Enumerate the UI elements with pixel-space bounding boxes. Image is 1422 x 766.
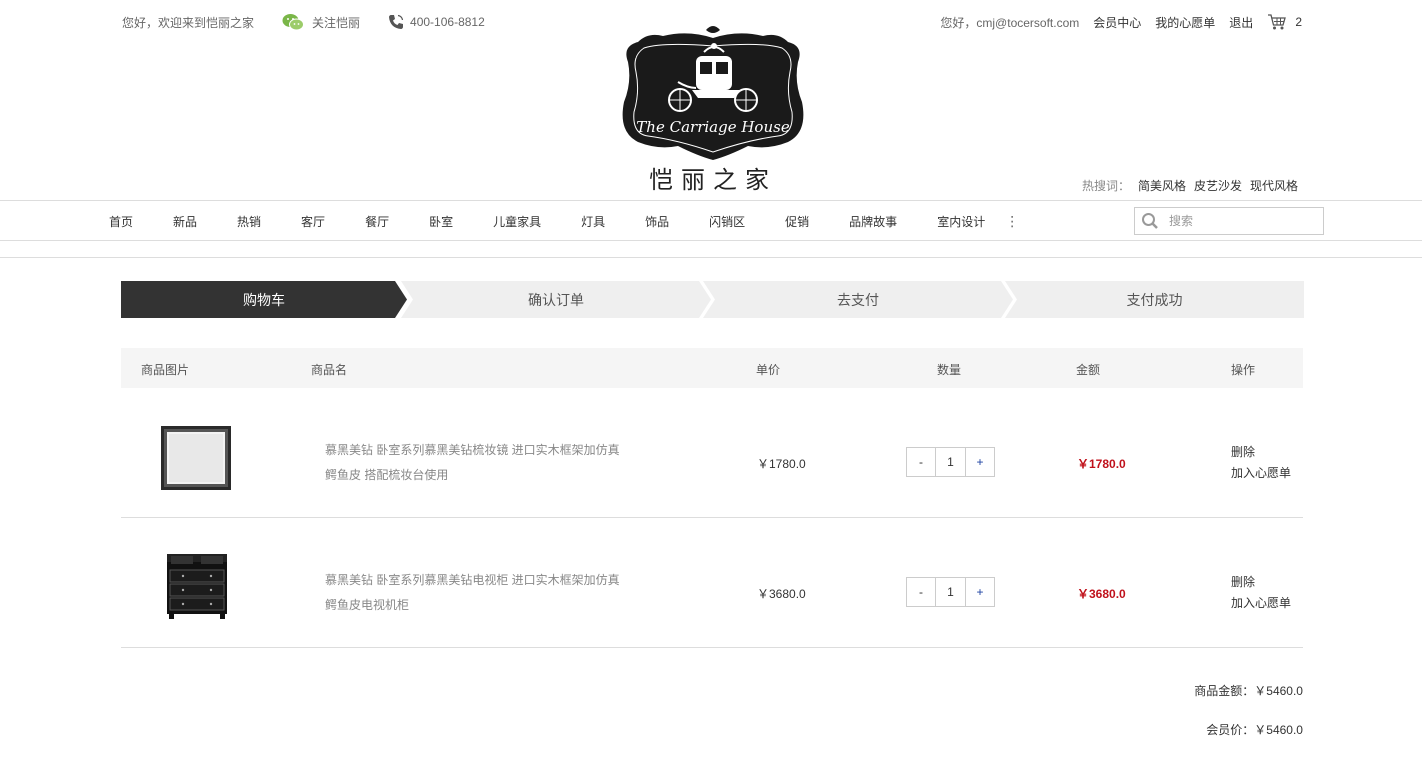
nav-item-lighting[interactable]: 灯具	[581, 213, 605, 230]
nav-item-kids-furniture[interactable]: 儿童家具	[493, 213, 541, 230]
nav-item-flash-sale[interactable]: 闪销区	[709, 213, 745, 230]
nav-item-living-room[interactable]: 客厅	[301, 213, 325, 230]
user-greeting: 您好，cmj@tocersoft.com	[940, 15, 1080, 30]
nav-items: 首页 新品 热销 客厅 餐厅 卧室 儿童家具 灯具 饰品 闪销区 促销 品牌故事…	[109, 201, 1019, 241]
cart-row: 慕黑美钻 卧室系列慕黑美钻梳妆镜 进口实木框架加仿真 鳄鱼皮 搭配梳妆台使用 ￥…	[121, 388, 1303, 518]
nav-item-interior-design[interactable]: 室内设计	[937, 213, 985, 230]
delete-link[interactable]: 删除	[1231, 442, 1291, 463]
goods-total-value: ￥5460.0	[1254, 684, 1303, 698]
product-name-line: 慕黑美钻 卧室系列慕黑美钻梳妆镜 进口实木框架加仿真	[325, 443, 620, 457]
line-amount: ￥3680.0	[1077, 587, 1126, 601]
nav-more-icon[interactable]: ⋮	[1005, 213, 1019, 230]
row-actions: 删除 加入心愿单	[1231, 442, 1291, 484]
member-center-link[interactable]: 会员中心	[1093, 14, 1141, 31]
product-name-line: 慕黑美钻 卧室系列慕黑美钻电视柜 进口实木框架加仿真	[325, 573, 620, 587]
cart-row: 慕黑美钻 卧室系列慕黑美钻电视柜 进口实木框架加仿真 鳄鱼皮电视机柜 ￥3680…	[121, 518, 1303, 648]
nav-item-decor[interactable]: 饰品	[645, 213, 669, 230]
product-name[interactable]: 慕黑美钻 卧室系列慕黑美钻电视柜 进口实木框架加仿真 鳄鱼皮电视机柜	[325, 568, 635, 618]
nav-item-promotion[interactable]: 促销	[785, 213, 809, 230]
member-price: 会员价：￥5460.0	[1206, 721, 1303, 738]
step-pay-label: 去支付	[837, 291, 879, 308]
phone-icon	[389, 14, 404, 29]
cart-table-header: 商品图片 商品名 单价 数量 金额 操作	[121, 348, 1303, 388]
nav-item-new[interactable]: 新品	[173, 213, 197, 230]
step-cart-label: 购物车	[243, 291, 285, 308]
cart-icon	[1268, 14, 1287, 30]
add-to-wishlist-link[interactable]: 加入心愿单	[1231, 463, 1291, 484]
welcome-text: 您好，欢迎来到恺丽之家	[122, 15, 255, 30]
step-pay: 去支付	[703, 281, 1013, 318]
step-pay-success: 支付成功	[1005, 281, 1304, 318]
qty-plus-button[interactable]: +	[965, 577, 995, 607]
wechat-icon	[282, 14, 305, 31]
product-name-line: 鳄鱼皮 搭配梳妆台使用	[325, 468, 449, 482]
carriage-emblem	[622, 26, 804, 160]
follow-label: 关注恺丽	[312, 15, 361, 30]
add-to-wishlist-link[interactable]: 加入心愿单	[1231, 593, 1291, 614]
cart-link[interactable]: 2	[1267, 13, 1302, 31]
nav-item-brand-story[interactable]: 品牌故事	[849, 213, 897, 230]
qty-plus-button[interactable]: +	[965, 447, 995, 477]
goods-total-label: 商品金额：	[1194, 684, 1255, 698]
nav-item-hot[interactable]: 热销	[237, 213, 261, 230]
logo-script-text: The Carriage House	[636, 118, 790, 136]
phone-number: 400-106-8812	[410, 15, 485, 29]
search-box	[1134, 207, 1324, 235]
qty-minus-button[interactable]: -	[906, 577, 936, 607]
product-name[interactable]: 慕黑美钻 卧室系列慕黑美钻梳妆镜 进口实木框架加仿真 鳄鱼皮 搭配梳妆台使用	[325, 438, 635, 488]
line-amount: ￥1780.0	[1077, 457, 1126, 471]
nav-item-bedroom[interactable]: 卧室	[429, 213, 453, 230]
search-input[interactable]	[1169, 214, 1299, 228]
hot-word[interactable]: 皮艺沙发	[1194, 177, 1242, 194]
qty-minus-button[interactable]: -	[906, 447, 936, 477]
checkout-steps: 购物车 确认订单 去支付 支付成功	[121, 281, 1304, 318]
follow-wechat-link[interactable]: 关注恺丽	[282, 13, 360, 31]
step-confirm-label: 确认订单	[528, 291, 584, 308]
cart-count: 2	[1295, 15, 1302, 29]
wishlist-link[interactable]: 我的心愿单	[1155, 14, 1215, 31]
header-amount: 金额	[1076, 363, 1101, 377]
hot-word[interactable]: 简美风格	[1138, 177, 1186, 194]
unit-price: ￥1780.0	[757, 457, 806, 471]
header-name: 商品名	[311, 363, 348, 377]
product-image-tv-cabinet[interactable]	[159, 552, 233, 622]
phone-info: 400-106-8812	[388, 14, 485, 30]
row-actions: 删除 加入心愿单	[1231, 572, 1291, 614]
step-confirm-order: 确认订单	[401, 281, 711, 318]
nav-item-home[interactable]: 首页	[109, 213, 133, 230]
divider	[0, 257, 1422, 258]
step-success-label: 支付成功	[1126, 291, 1183, 308]
hot-search-words: 热搜词： 简美风格 皮艺沙发 现代风格	[1082, 177, 1298, 194]
hot-word[interactable]: 现代风格	[1250, 177, 1298, 194]
member-price-label: 会员价：	[1206, 723, 1255, 737]
nav-item-dining-room[interactable]: 餐厅	[365, 213, 389, 230]
product-image-mirror[interactable]	[159, 424, 233, 494]
goods-total: 商品金额：￥5460.0	[1194, 682, 1303, 699]
step-cart: 购物车	[121, 281, 407, 318]
header-ops: 操作	[1231, 363, 1256, 377]
product-name-line: 鳄鱼皮电视机柜	[325, 598, 410, 612]
quantity-stepper: - 1 +	[906, 577, 995, 607]
hot-label: 热搜词：	[1081, 179, 1130, 193]
top-bar-left: 您好，欢迎来到恺丽之家 关注恺丽 400-106-8812	[122, 13, 485, 31]
top-bar-right: 您好，cmj@tocersoft.com 会员中心 我的心愿单 退出 2	[940, 13, 1302, 31]
main-nav: 首页 新品 热销 客厅 餐厅 卧室 儿童家具 灯具 饰品 闪销区 促销 品牌故事…	[0, 200, 1422, 241]
header-image: 商品图片	[141, 363, 190, 377]
delete-link[interactable]: 删除	[1231, 572, 1291, 593]
qty-value[interactable]: 1	[936, 577, 965, 607]
logout-link[interactable]: 退出	[1229, 14, 1253, 31]
unit-price: ￥3680.0	[757, 587, 806, 601]
site-logo[interactable]: The Carriage House 恺丽之家	[618, 22, 808, 194]
quantity-stepper: - 1 +	[906, 447, 995, 477]
header-price: 单价	[756, 363, 781, 377]
search-icon[interactable]	[1141, 212, 1159, 230]
header-qty: 数量	[937, 363, 962, 377]
logo-chinese-text: 恺丽之家	[649, 166, 777, 194]
member-price-value: ￥5460.0	[1254, 723, 1303, 737]
qty-value[interactable]: 1	[936, 447, 965, 477]
